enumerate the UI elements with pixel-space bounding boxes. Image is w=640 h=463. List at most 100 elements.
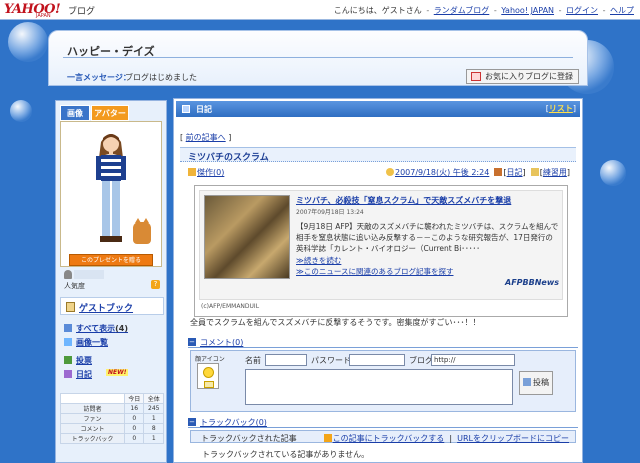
rating-wrap: 傑作(0)	[188, 167, 224, 178]
news-date: 2007年09月18日 13:24	[296, 209, 364, 216]
masterpiece-icon	[188, 168, 196, 176]
blog-url-input[interactable]: http://	[431, 354, 515, 366]
new-badge: NEW!	[106, 369, 129, 376]
afpbb-logo[interactable]: AFPBBNews	[505, 278, 559, 287]
image-icon	[64, 338, 72, 346]
submit-comment-button[interactable]: 投稿	[519, 371, 553, 395]
dropdown-arrow-icon	[204, 381, 214, 388]
news-body: 【9月18日 AFP】天敵のスズメバチに襲われたミツバチは、スクラムを組んで相手…	[296, 222, 559, 253]
image-list-link[interactable]: 画像一覧	[76, 337, 108, 348]
guestbook-section[interactable]: ゲストブック	[60, 297, 164, 315]
related-posts-link[interactable]: ≫このニュースに関連のあるブログ記事を探す	[296, 266, 453, 277]
stats-cell: 1	[143, 413, 164, 424]
name-input[interactable]	[265, 354, 307, 366]
stats-header-today: 今日	[123, 393, 145, 404]
help-icon[interactable]: ?	[151, 280, 160, 289]
stats-row-label: ファン	[60, 413, 125, 424]
yahoo-logo[interactable]: YAHOO!	[4, 2, 61, 17]
prev-article-wrap: [ 前の記事へ ]	[180, 133, 232, 142]
comments-link[interactable]: コメント(0)	[200, 337, 243, 348]
news-photo[interactable]	[204, 195, 290, 279]
submit-comment-label: 投稿	[533, 378, 549, 387]
pencil-icon	[523, 378, 531, 386]
posts-link[interactable]: 投票	[76, 355, 92, 366]
entry-meta: 傑作(0) 2007/9/18(火) 午後 2:24 [日記] [練習用]	[180, 165, 576, 179]
random-blog-link[interactable]: ランダムブログ	[434, 6, 490, 15]
photo-credit: (c)AFP/EMMANDUIL	[201, 303, 260, 310]
entry-datetime[interactable]: 2007/9/18(火) 午後 2:24	[395, 168, 489, 177]
login-link[interactable]: ログイン	[566, 6, 598, 15]
prev-article-link[interactable]: 前の記事へ	[186, 133, 226, 142]
no-trackbacks-text: トラックバックされている記事がありません。	[202, 450, 370, 459]
send-present-button[interactable]: このプレゼントを贈る	[69, 254, 153, 266]
popularity-row: 人気度 ?	[60, 269, 164, 293]
password-label: パスワード	[311, 356, 351, 365]
stats-cell: 0	[123, 433, 145, 444]
diary-link[interactable]: 日記	[76, 369, 92, 380]
stats-cell: 0	[123, 413, 145, 424]
header-square-icon	[182, 105, 190, 113]
cat-avatar-item	[133, 218, 151, 244]
add-favorite-button[interactable]: お気に入りブログに登録	[466, 69, 579, 84]
stats-row-label: 訪問者	[60, 403, 125, 414]
avatar-frame: このプレゼントを贈る	[60, 121, 162, 267]
entry-body: 全員でスクラムを組んでスズメバチに反撃するそうです。密集度がすごい･･･！！	[190, 318, 481, 327]
blog-title-panel: ハッピー・デイズ 一言メッセージ： ブログはじめました お気に入りブログに登録	[48, 30, 588, 86]
show-all-link[interactable]: すべて表示(4)	[76, 323, 128, 334]
practice-link[interactable]: 練習用	[543, 168, 567, 177]
password-input[interactable]	[349, 354, 405, 366]
category-link[interactable]: 日記	[507, 168, 523, 177]
list-link-wrap: [リスト]	[545, 104, 576, 113]
help-icon[interactable]	[323, 434, 332, 442]
popularity-label: 人気度	[64, 282, 85, 290]
trackback-section-header: − トラックバック(0)	[188, 416, 578, 428]
trackbacks-link[interactable]: トラックバック(0)	[200, 417, 267, 428]
folder-icon	[64, 370, 72, 378]
trackback-bar-label: トラックバックされた記事	[201, 434, 297, 443]
masterpiece-link[interactable]: 傑作(0)	[197, 168, 224, 177]
collapse-icon[interactable]: −	[188, 338, 196, 346]
top-header: YAHOO! JAPAN ブログ こんにちは、ゲストさん - ランダムブログ -…	[0, 0, 640, 20]
diary-header-title: 日記	[196, 105, 212, 114]
show-all-count: (4)	[115, 324, 129, 333]
divider	[63, 57, 573, 58]
smiley-icon	[203, 367, 214, 378]
comment-textarea[interactable]	[245, 369, 513, 405]
collapse-icon[interactable]: −	[188, 418, 196, 426]
tab-avatar[interactable]: アバター	[91, 105, 129, 121]
sidebar-nav: すべて表示(4) 画像一覧 投票 日記 NEW!	[60, 319, 164, 389]
comment-section-header: − コメント(0)	[188, 336, 578, 348]
help-link[interactable]: ヘルプ	[610, 6, 634, 15]
bubble-decoration	[10, 100, 32, 122]
guestbook-icon	[66, 302, 75, 312]
send-trackback-link[interactable]: この記事にトラックバックする	[333, 434, 445, 443]
diary-header: 日記 [リスト]	[176, 101, 580, 117]
tab-images[interactable]: 画像	[60, 105, 90, 121]
entry-title[interactable]: ミツバチのスクラム	[188, 150, 269, 163]
blog-url-label: ブログ	[409, 356, 433, 365]
main-panel: 日記 [リスト] [ 前の記事へ ] ミツバチのスクラム 傑作(0) 2007/…	[173, 98, 583, 463]
stats-cell: 16	[123, 403, 145, 414]
guestbook-link[interactable]: ゲストブック	[79, 301, 133, 314]
sidebar: 画像 アバター このプレゼントを贈る 人気度 ? ゲストブック すべて表示(4)…	[55, 100, 167, 463]
book-icon	[494, 168, 503, 176]
face-icon-picker[interactable]	[197, 363, 219, 389]
clock-icon	[386, 168, 394, 176]
copy-url-link[interactable]: URLをクリップボードにコピー	[457, 434, 569, 443]
user-icon	[64, 270, 72, 279]
message-text: ブログはじめました	[125, 73, 197, 82]
name-label: 名前	[245, 356, 261, 365]
stats-header-total: 全体	[143, 393, 164, 404]
news-headline-link[interactable]: ミツバチ、必殺技「窒息スクラム」で天敵スズメバチを撃退	[296, 195, 511, 206]
avatar-image	[96, 134, 126, 242]
yahoo-japan-link[interactable]: Yahoo! JAPAN	[501, 6, 554, 15]
stats-corner	[60, 393, 125, 404]
service-name[interactable]: ブログ	[68, 4, 95, 17]
list-link[interactable]: リスト	[549, 104, 573, 113]
stats-row-label: トラックバック	[60, 433, 125, 444]
bubble-decoration	[600, 160, 626, 186]
show-all-label: すべて表示	[76, 324, 116, 333]
read-more-link[interactable]: ≫続きを読む	[296, 255, 341, 266]
comment-form: 顔アイコン 名前 パスワード ブログ http:// 投稿	[190, 350, 576, 412]
user-name-field	[74, 270, 104, 279]
